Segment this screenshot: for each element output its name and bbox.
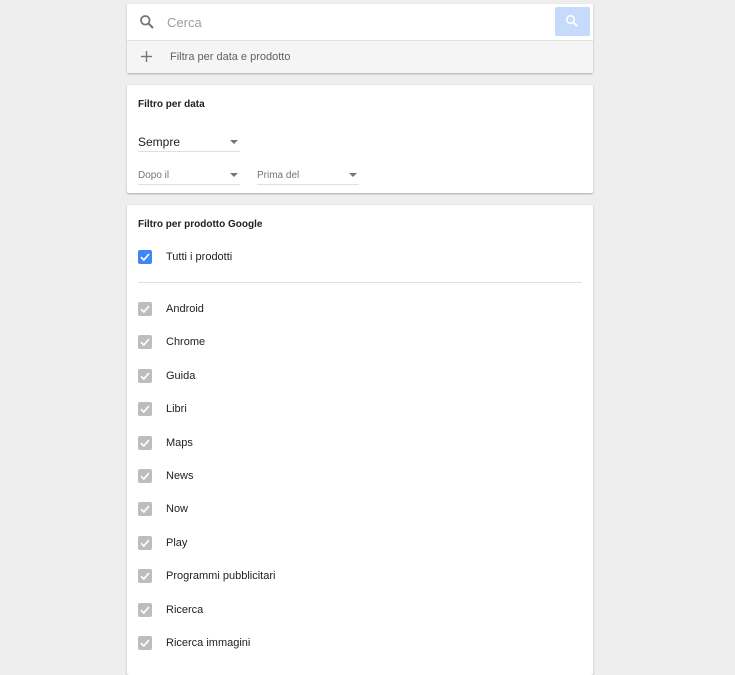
checkbox-checked-icon	[138, 603, 152, 617]
checkbox-checked-icon	[138, 250, 152, 264]
after-date-select[interactable]: Dopo il	[138, 164, 240, 185]
product-label: Maps	[166, 437, 193, 449]
search-icon	[139, 14, 155, 30]
checkbox-checked-icon	[138, 469, 152, 483]
all-products-label: Tutti i prodotti	[166, 251, 233, 263]
search-row	[127, 4, 593, 41]
date-range-select[interactable]: Sempre	[138, 131, 240, 152]
after-date-value: Dopo il	[138, 170, 170, 181]
date-filter-title: Filtro per data	[138, 99, 205, 110]
product-label: Ricerca immagini	[166, 637, 251, 649]
search-button[interactable]	[555, 7, 590, 36]
product-label: Chrome	[166, 336, 206, 348]
product-label: Now	[166, 503, 189, 515]
date-filter-card: Filtro per data Sempre Dopo il Prima del	[127, 85, 593, 193]
add-filter-label: Filtra per data e prodotto	[170, 51, 291, 63]
checkbox-checked-icon	[138, 369, 152, 383]
before-date-value: Prima del	[257, 170, 300, 181]
divider	[138, 282, 582, 283]
product-label: Play	[166, 537, 188, 549]
chevron-down-icon	[349, 173, 357, 177]
search-button-icon	[565, 14, 578, 27]
checkbox-checked-icon	[138, 536, 152, 550]
product-filter-title: Filtro per prodotto Google	[138, 219, 263, 230]
checkbox-checked-icon	[138, 636, 152, 650]
checkbox-checked-icon	[138, 569, 152, 583]
checkbox-checked-icon	[138, 335, 152, 349]
product-label: Libri	[166, 403, 187, 415]
product-label: Ricerca	[166, 604, 204, 616]
chevron-down-icon	[230, 140, 238, 144]
product-filter-card: Filtro per prodotto Google Tutti i prodo…	[127, 205, 593, 675]
checkbox-checked-icon	[138, 502, 152, 516]
product-label: News	[166, 470, 194, 482]
checkbox-checked-icon	[138, 302, 152, 316]
search-input[interactable]	[167, 11, 547, 33]
product-label: Guida	[166, 370, 196, 382]
add-filter-button[interactable]: Filtra per data e prodotto	[127, 41, 593, 73]
chevron-down-icon	[230, 173, 238, 177]
checkbox-checked-icon	[138, 436, 152, 450]
before-date-select[interactable]: Prima del	[257, 164, 359, 185]
checkbox-checked-icon	[138, 402, 152, 416]
date-range-value: Sempre	[138, 135, 181, 149]
plus-icon	[140, 50, 153, 63]
product-label: Android	[166, 303, 204, 315]
search-card: Filtra per data e prodotto	[127, 4, 593, 73]
product-label: Programmi pubblicitari	[166, 570, 276, 582]
